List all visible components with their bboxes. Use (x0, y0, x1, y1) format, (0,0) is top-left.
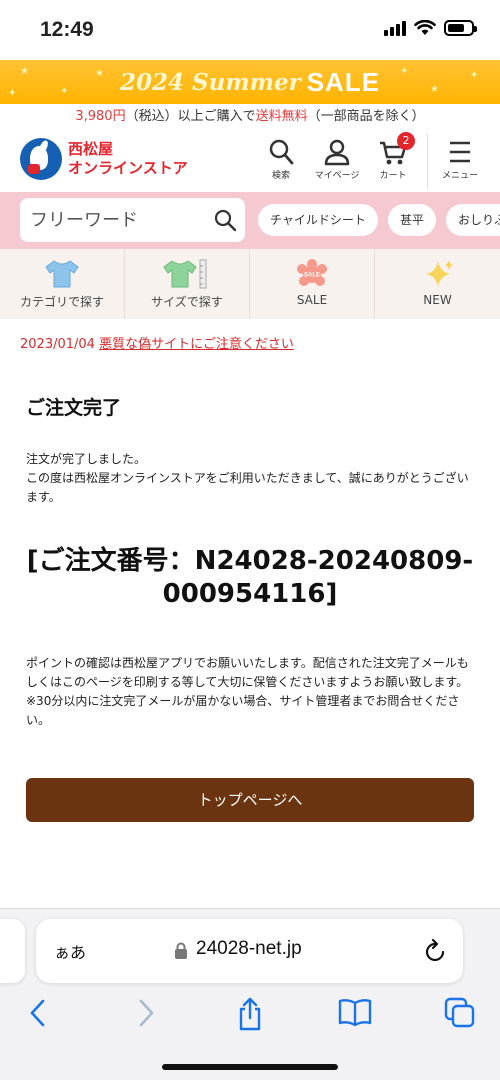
order-note-line2: ※30分以内に注文完了メールが届かない場合、サイト管理者までお問合せください。 (26, 694, 460, 727)
page: 12:49 ★ ✦ ★ ✦ ★ ✦ ✦ 2024 Summer SALE 3,9… (0, 0, 500, 1080)
shipping-free: 送料無料 (255, 109, 308, 124)
order-number-line2: 000954116] (162, 579, 338, 609)
sale-nav-button[interactable]: SALE SALE (250, 249, 375, 319)
top-page-button[interactable]: トップページへ (26, 778, 474, 822)
home-indicator (162, 1064, 338, 1070)
status-icons (384, 20, 477, 36)
rabbit-logo-icon (20, 138, 62, 180)
mypage-caption: マイページ (314, 171, 360, 181)
cart-caption: カート (379, 171, 407, 181)
page-title: ご注文完了 (26, 397, 122, 419)
header-menu-button[interactable]: メニュー (432, 134, 488, 181)
order-number-line1: [ご注文番号：N24028-20240809- (26, 546, 474, 576)
suggest-chip-oshirifuki[interactable]: おしりふき (446, 204, 500, 236)
free-shipping-notice: 3,980円（税込）以上ご購入で送料無料（一部商品を除く） (0, 104, 500, 130)
new-nav-label: NEW (423, 293, 452, 307)
banner-year: 2024 Summer (119, 68, 301, 96)
scam-site-notice: 2023/01/04 悪質な偽サイトにご注意ください (20, 333, 294, 352)
order-note-line1: ポイントの確認は西松屋アプリでお願いいたします。配信された注文完了メールもしくは… (26, 656, 469, 689)
logo-line1: 西松屋 (68, 140, 114, 158)
tabs-overview-icon[interactable] (444, 997, 476, 1029)
menu-caption: メニュー (441, 171, 478, 181)
address-bar[interactable]: ぁあ 24028-net.jp (36, 919, 463, 983)
shipping-tail: （一部商品を除く） (307, 109, 425, 124)
share-icon[interactable] (236, 997, 264, 1031)
green-tshirt-ruler-icon (163, 259, 207, 289)
browser-bottom-bar: ぁあ 24028-net.jp (0, 908, 500, 1080)
forward-arrow-icon[interactable] (134, 997, 158, 1029)
completion-message-line1: 注文が完了しました。 (26, 452, 147, 466)
order-number: [ご注文番号：N24028-20240809- 000954116] (20, 545, 480, 611)
category-browse-label: カテゴリで探す (19, 295, 104, 309)
notice-date: 2023/01/04 (20, 337, 95, 352)
bookmarks-book-icon[interactable] (338, 997, 372, 1027)
site-logo[interactable]: 西松屋 オンラインストア (20, 138, 188, 180)
search-caption: 検索 (271, 171, 290, 181)
page-settings-button[interactable]: ぁあ (54, 939, 86, 963)
shipping-price: 3,980円 (75, 109, 126, 124)
category-browse-button[interactable]: カテゴリで探す (0, 249, 125, 319)
svg-text:SALE: SALE (304, 273, 320, 279)
search-box (20, 198, 245, 242)
header-divider (427, 134, 428, 188)
search-icon (269, 139, 294, 165)
header-mypage-button[interactable]: マイページ (309, 134, 365, 181)
sale-flower-icon: SALE (297, 259, 327, 286)
sparkle-icon (425, 260, 453, 287)
keyword-search-input[interactable] (30, 204, 200, 236)
suggest-chip-jinbei[interactable]: 甚平 (388, 204, 437, 236)
notice-link[interactable]: 悪質な偽サイトにご注意ください (99, 337, 294, 352)
url-text: 24028-net.jp (196, 938, 302, 959)
category-nav: カテゴリで探す サイズで探す SALE SALE NEW (0, 249, 500, 319)
battery-icon (444, 20, 477, 36)
banner-sale: SALE (306, 66, 381, 97)
new-nav-button[interactable]: NEW (375, 249, 500, 319)
hamburger-menu-icon (450, 141, 470, 163)
completion-message: 注文が完了しました。 この度は西松屋オンラインストアをご利用いただきまして、誠に… (26, 450, 476, 507)
browser-toolbar (0, 991, 500, 1041)
cart-count-badge: 2 (397, 132, 415, 150)
back-arrow-icon[interactable] (26, 997, 50, 1029)
completion-message-line2: この度は西松屋オンラインストアをご利用いただきまして、誠にありがとうございます。 (26, 471, 469, 504)
header-cart-button[interactable]: 2 カート (365, 132, 421, 181)
wifi-icon (414, 20, 436, 35)
status-bar: 12:49 (0, 0, 500, 60)
shipping-mid: （税込）以上ご購入で (125, 109, 256, 124)
signal-icon (384, 20, 406, 36)
summer-sale-banner[interactable]: ★ ✦ ★ ✦ ★ ✦ ✦ 2024 Summer SALE (0, 60, 500, 104)
blue-tshirt-icon (45, 260, 79, 288)
size-browse-button[interactable]: サイズで探す (125, 249, 250, 319)
reload-icon[interactable] (423, 938, 447, 964)
user-icon (324, 139, 350, 166)
clock: 12:49 (40, 18, 94, 41)
size-browse-label: サイズで探す (151, 295, 223, 309)
suggest-chip-childseat[interactable]: チャイルドシート (258, 204, 378, 236)
site-header: 西松屋 オンラインストア 検索 マイページ 2 カート メニュー (0, 130, 500, 192)
order-note: ポイントの確認は西松屋アプリでお願いいたします。配信された注文完了メールもしくは… (26, 654, 476, 730)
search-submit-icon[interactable] (213, 208, 237, 232)
lock-icon (175, 942, 187, 959)
search-bar-row: チャイルドシート 甚平 おしりふき (0, 192, 500, 249)
header-search-button[interactable]: 検索 (253, 134, 309, 181)
logo-line2: オンラインストア (68, 159, 188, 177)
previous-tab-preview[interactable] (0, 919, 25, 983)
sale-nav-label: SALE (296, 293, 328, 307)
